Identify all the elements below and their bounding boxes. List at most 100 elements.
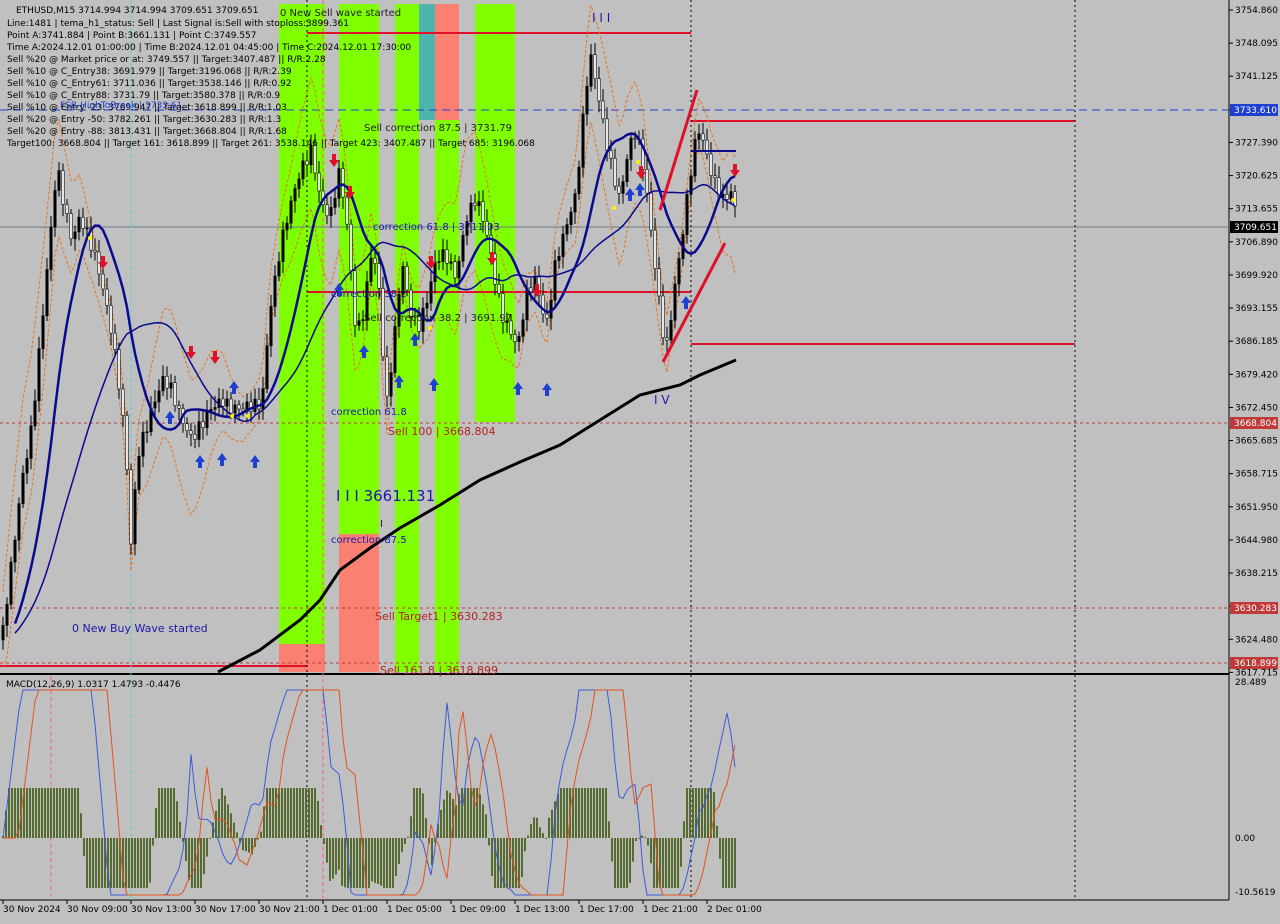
candle-body[interactable] bbox=[329, 207, 333, 217]
candle-body[interactable] bbox=[229, 398, 233, 414]
candle-body[interactable] bbox=[261, 388, 265, 410]
candle-body[interactable] bbox=[437, 261, 441, 263]
candle-body[interactable] bbox=[73, 231, 77, 240]
candle-body[interactable] bbox=[433, 261, 437, 283]
candle-body[interactable] bbox=[81, 216, 85, 229]
candle-body[interactable] bbox=[617, 185, 621, 194]
candle-body[interactable] bbox=[317, 172, 321, 192]
candle-body[interactable] bbox=[197, 421, 201, 440]
candle-body[interactable] bbox=[669, 320, 673, 341]
candle-body[interactable] bbox=[645, 169, 649, 194]
candle-body[interactable] bbox=[629, 137, 633, 160]
candle-body[interactable] bbox=[285, 222, 289, 231]
candle-body[interactable] bbox=[21, 472, 25, 504]
candle-body[interactable] bbox=[225, 398, 229, 407]
candle-body[interactable] bbox=[577, 166, 581, 194]
candle-body[interactable] bbox=[221, 398, 225, 407]
candle-body[interactable] bbox=[585, 85, 589, 115]
candle-body[interactable] bbox=[53, 190, 57, 228]
candle-body[interactable] bbox=[649, 192, 653, 231]
candle-body[interactable] bbox=[337, 168, 341, 199]
candle-body[interactable] bbox=[1, 625, 5, 641]
candle-body[interactable] bbox=[13, 539, 17, 563]
candle-body[interactable] bbox=[425, 302, 429, 309]
candle-body[interactable] bbox=[45, 269, 49, 317]
candle-body[interactable] bbox=[113, 332, 117, 350]
candle-body[interactable] bbox=[141, 431, 145, 457]
candle-body[interactable] bbox=[665, 337, 669, 341]
candle-body[interactable] bbox=[237, 404, 241, 410]
candle-body[interactable] bbox=[429, 281, 433, 304]
candle-body[interactable] bbox=[185, 423, 189, 431]
candle-body[interactable] bbox=[121, 388, 125, 416]
candle-body[interactable] bbox=[557, 256, 561, 261]
candle-body[interactable] bbox=[49, 226, 53, 270]
candle-body[interactable] bbox=[621, 181, 625, 194]
candle-body[interactable] bbox=[65, 204, 69, 214]
candle-body[interactable] bbox=[369, 257, 373, 282]
candle-body[interactable] bbox=[605, 118, 609, 151]
candle-body[interactable] bbox=[589, 54, 593, 87]
candle-body[interactable] bbox=[213, 407, 217, 410]
candle-body[interactable] bbox=[461, 235, 465, 262]
candle-body[interactable] bbox=[145, 431, 149, 434]
candle-body[interactable] bbox=[581, 113, 585, 168]
candle-body[interactable] bbox=[153, 401, 157, 409]
candle-body[interactable] bbox=[69, 213, 73, 240]
candle-body[interactable] bbox=[445, 249, 449, 264]
candle-body[interactable] bbox=[481, 201, 485, 222]
candle-body[interactable] bbox=[609, 150, 613, 159]
candle-body[interactable] bbox=[373, 257, 377, 264]
candle-body[interactable] bbox=[685, 193, 689, 235]
candle-body[interactable] bbox=[709, 153, 713, 176]
candle-body[interactable] bbox=[93, 249, 97, 253]
candle-body[interactable] bbox=[25, 458, 29, 474]
candle-body[interactable] bbox=[129, 469, 133, 545]
candle-body[interactable] bbox=[61, 170, 65, 205]
candle-body[interactable] bbox=[125, 415, 129, 471]
candle-body[interactable] bbox=[301, 160, 305, 180]
candle-body[interactable] bbox=[565, 224, 569, 235]
candle-body[interactable] bbox=[165, 375, 169, 389]
candle-body[interactable] bbox=[33, 400, 37, 427]
candle-body[interactable] bbox=[5, 603, 9, 626]
candle-body[interactable] bbox=[85, 227, 89, 230]
candle-body[interactable] bbox=[269, 306, 273, 347]
candle-body[interactable] bbox=[593, 54, 597, 79]
candle-body[interactable] bbox=[561, 233, 565, 257]
candle-body[interactable] bbox=[157, 390, 161, 403]
candle-body[interactable] bbox=[333, 198, 337, 208]
candle-body[interactable] bbox=[297, 178, 301, 189]
candle-body[interactable] bbox=[601, 100, 605, 120]
candle-body[interactable] bbox=[289, 200, 293, 224]
candle-body[interactable] bbox=[169, 382, 173, 389]
candle-body[interactable] bbox=[57, 170, 61, 191]
candle-body[interactable] bbox=[41, 315, 45, 349]
candle-body[interactable] bbox=[393, 326, 397, 373]
candle-body[interactable] bbox=[37, 348, 41, 402]
candle-body[interactable] bbox=[277, 261, 281, 277]
candle-body[interactable] bbox=[701, 133, 705, 141]
candle-body[interactable] bbox=[177, 405, 181, 409]
candle-body[interactable] bbox=[109, 305, 113, 334]
candle-body[interactable] bbox=[497, 284, 501, 294]
candle-body[interactable] bbox=[677, 258, 681, 285]
candle-body[interactable] bbox=[573, 193, 577, 213]
candle-body[interactable] bbox=[405, 266, 409, 291]
candle-body[interactable] bbox=[349, 223, 353, 272]
candle-body[interactable] bbox=[569, 211, 573, 225]
candle-body[interactable] bbox=[477, 201, 481, 207]
candle-body[interactable] bbox=[529, 287, 533, 293]
candle-body[interactable] bbox=[325, 204, 329, 217]
candle-body[interactable] bbox=[449, 261, 453, 264]
candle-body[interactable] bbox=[721, 194, 725, 198]
candle-body[interactable] bbox=[133, 489, 137, 545]
candle-body[interactable] bbox=[233, 404, 237, 414]
candle-body[interactable] bbox=[661, 295, 665, 338]
candle-body[interactable] bbox=[9, 561, 13, 605]
candle-body[interactable] bbox=[693, 139, 697, 177]
candle-body[interactable] bbox=[725, 194, 729, 200]
candle-body[interactable] bbox=[377, 263, 381, 289]
candle-body[interactable] bbox=[389, 372, 393, 397]
candle-body[interactable] bbox=[521, 319, 525, 337]
